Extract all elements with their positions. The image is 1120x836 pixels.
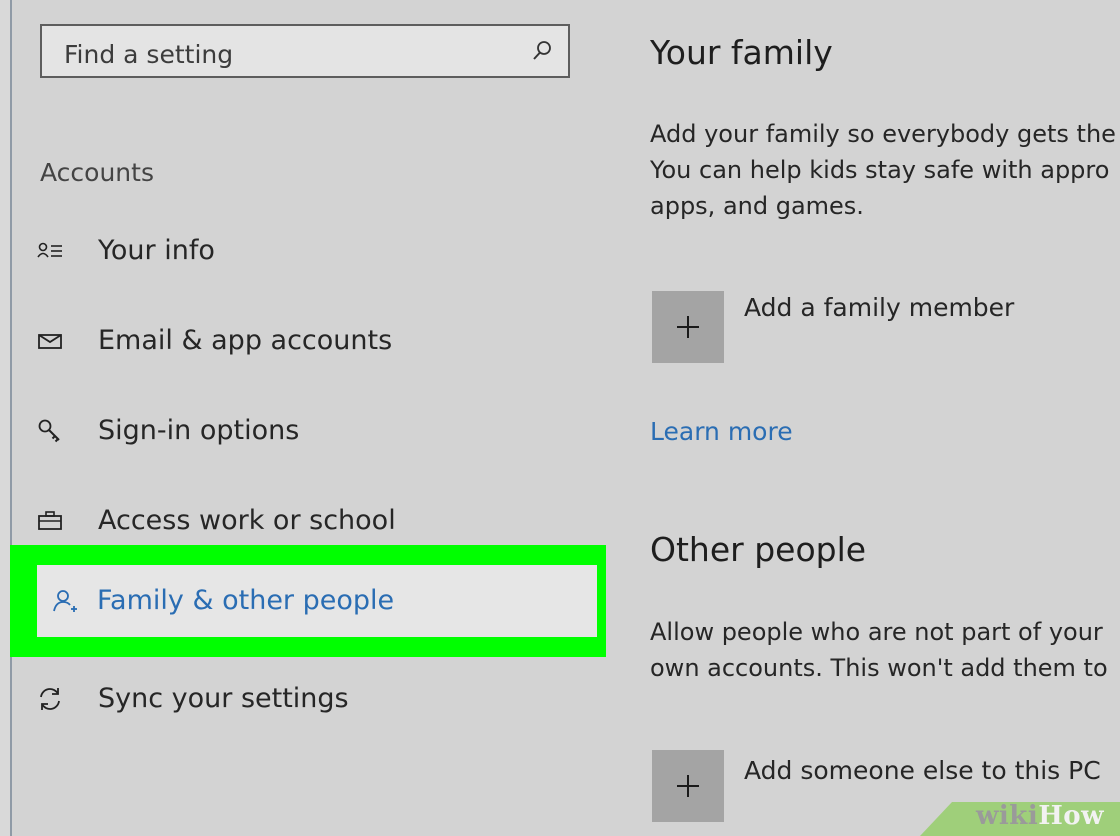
sidebar-item-email-app-accounts[interactable]: Email & app accounts <box>10 310 600 370</box>
search-input[interactable]: Find a setting <box>40 24 570 78</box>
sync-icon <box>40 688 60 710</box>
content-pane: Your family Add your family so everybody… <box>650 0 1120 836</box>
sidebar-item-label: Your info <box>98 235 215 266</box>
other-description-line: own accounts. This won't add them to <box>650 654 1108 682</box>
sidebar-item-your-info[interactable]: Your info <box>10 220 600 280</box>
add-family-member-label[interactable]: Add a family member <box>744 293 1014 322</box>
selected-item-background[interactable]: Family & other people <box>37 565 597 637</box>
your-family-heading: Your family <box>650 33 833 72</box>
sidebar-item-access-work-school[interactable]: Access work or school <box>10 490 600 550</box>
briefcase-icon <box>38 511 62 530</box>
family-description-line: Add your family so everybody gets the <box>650 120 1116 148</box>
sidebar-item-label: Sign-in options <box>98 415 300 446</box>
search-placeholder: Find a setting <box>64 40 234 69</box>
user-info-icon <box>37 242 62 258</box>
sidebar-item-sign-in-options[interactable]: Sign-in options <box>10 400 600 460</box>
add-someone-button[interactable] <box>652 750 724 822</box>
learn-more-link[interactable]: Learn more <box>650 417 793 446</box>
family-description-line: apps, and games. <box>650 192 864 220</box>
sidebar-item-family-other-people[interactable]: Family & other people <box>10 545 606 657</box>
sidebar-item-label: Email & app accounts <box>98 325 393 356</box>
sidebar-item-sync-settings[interactable]: Sync your settings <box>10 668 600 728</box>
add-family-member-button[interactable] <box>652 291 724 363</box>
sidebar-item-label: Sync your settings <box>98 683 349 714</box>
key-icon <box>38 419 60 443</box>
sidebar-item-label: Family & other people <box>97 585 395 616</box>
sidebar-item-label: Access work or school <box>98 505 396 536</box>
wikihow-logo: wikiHow <box>976 801 1104 831</box>
other-description-line: Allow people who are not part of your <box>650 618 1103 646</box>
person-add-icon <box>53 590 77 612</box>
family-description-line: You can help kids stay safe with appro <box>650 156 1110 184</box>
mail-icon <box>38 334 62 349</box>
sidebar-section-title: Accounts <box>40 158 154 187</box>
search-icon[interactable] <box>530 39 554 63</box>
other-people-heading: Other people <box>650 530 867 569</box>
